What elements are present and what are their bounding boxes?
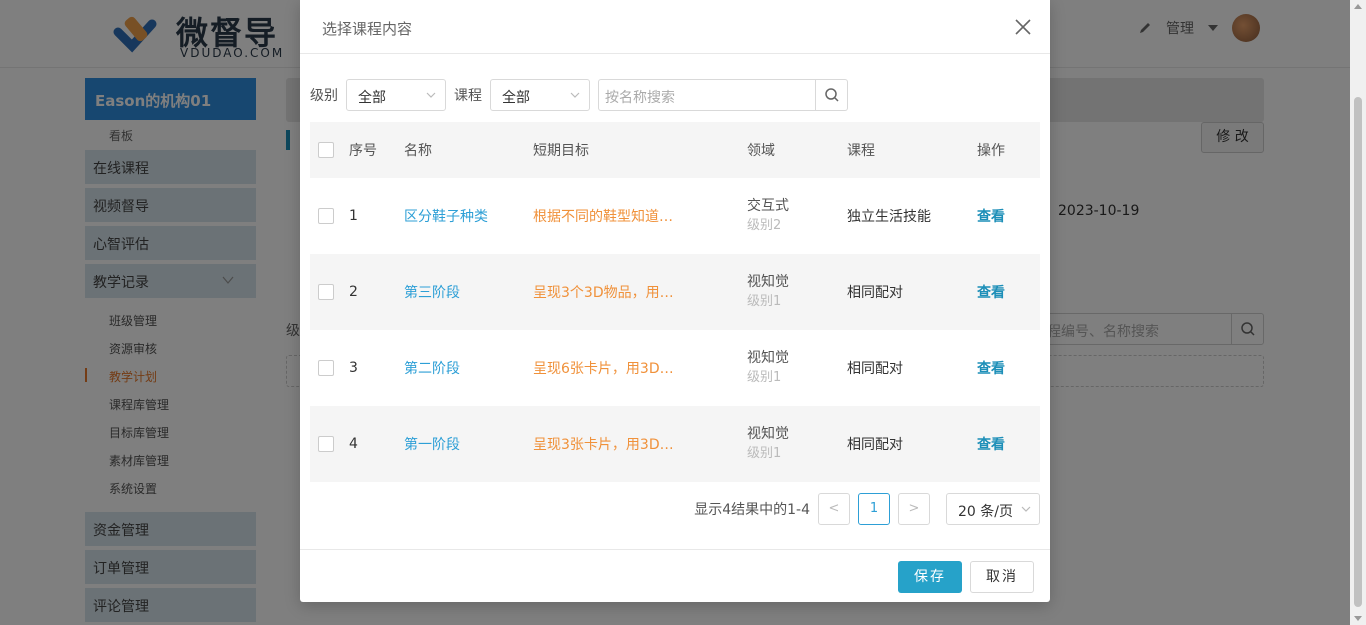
page-1-button[interactable]: 1 xyxy=(858,493,890,525)
save-button[interactable]: 保存 xyxy=(898,561,962,593)
row-course: 相同配对 xyxy=(847,361,903,377)
row-level: 级别2 xyxy=(747,218,782,233)
row-view-link[interactable]: 查看 xyxy=(977,282,1040,302)
row-area: 视知觉 xyxy=(747,274,789,290)
row-name-link[interactable]: 第二阶段 xyxy=(404,358,533,378)
select-all-checkbox[interactable] xyxy=(318,142,334,158)
row-checkbox[interactable] xyxy=(318,436,334,452)
table-header: 序号 名称 短期目标 领域 课程 操作 xyxy=(310,122,1040,178)
next-page-button[interactable]: > xyxy=(898,493,930,525)
table-row: 4 第一阶段 呈现3张卡片，用3D… 视知觉级别1 相同配对 查看 xyxy=(310,406,1040,482)
row-area: 交互式 xyxy=(747,198,789,214)
row-goal: 根据不同的鞋型知道… xyxy=(533,209,673,225)
row-no: 4 xyxy=(349,436,358,452)
row-no: 3 xyxy=(349,360,358,376)
pagination: 显示4结果中的1-4 < 1 > 20 条/页 xyxy=(300,493,1050,525)
close-icon[interactable] xyxy=(1014,18,1032,36)
row-course: 独立生活技能 xyxy=(847,209,931,225)
modal-header: 选择课程内容 xyxy=(300,0,1050,54)
column-header-no: 序号 xyxy=(349,143,377,159)
row-goal: 呈现3张卡片，用3D… xyxy=(533,437,674,453)
row-level: 级别1 xyxy=(747,370,782,385)
name-search-input[interactable]: 按名称搜索 xyxy=(598,79,816,111)
column-header-course: 课程 xyxy=(847,143,875,159)
row-view-link[interactable]: 查看 xyxy=(977,358,1040,378)
scroll-up-arrow[interactable] xyxy=(1354,4,1362,9)
scroll-thumb[interactable] xyxy=(1354,97,1362,607)
page-scrollbar[interactable] xyxy=(1350,0,1366,625)
row-view-link[interactable]: 查看 xyxy=(977,434,1040,454)
filter-row: 级别 全部 课程 全部 按名称搜索 xyxy=(310,79,848,111)
column-header-goal: 短期目标 xyxy=(533,143,589,159)
modal-title: 选择课程内容 xyxy=(322,20,413,38)
course-table: 序号 名称 短期目标 领域 课程 操作 1 区分鞋子种类 根据不同的鞋型知道… … xyxy=(310,122,1040,482)
course-select[interactable]: 全部 xyxy=(490,79,590,111)
search-icon xyxy=(824,88,839,102)
row-no: 1 xyxy=(349,208,358,224)
row-course: 相同配对 xyxy=(847,437,903,453)
row-name-link[interactable]: 第一阶段 xyxy=(404,434,533,454)
table-row: 1 区分鞋子种类 根据不同的鞋型知道… 交互式级别2 独立生活技能 查看 xyxy=(310,178,1040,254)
page-size-value: 20 条/页 xyxy=(958,504,1013,520)
prev-page-button[interactable]: < xyxy=(818,493,850,525)
modal-footer: 保存 取消 xyxy=(300,549,1050,602)
row-checkbox[interactable] xyxy=(318,284,334,300)
row-checkbox[interactable] xyxy=(318,208,334,224)
scroll-down-arrow[interactable] xyxy=(1354,616,1362,621)
row-goal: 呈现6张卡片，用3D… xyxy=(533,361,674,377)
cancel-button[interactable]: 取消 xyxy=(970,561,1034,593)
name-search-placeholder: 按名称搜索 xyxy=(605,90,675,106)
row-area: 视知觉 xyxy=(747,426,789,442)
row-checkbox[interactable] xyxy=(318,360,334,376)
select-course-modal: 选择课程内容 级别 全部 课程 全部 按名称搜索 序号 名称 短期目标 领域 课… xyxy=(300,0,1050,602)
chevron-down-icon xyxy=(1021,506,1031,512)
row-no: 2 xyxy=(349,284,358,300)
row-area: 视知觉 xyxy=(747,350,789,366)
column-header-area: 领域 xyxy=(747,143,775,159)
search-button[interactable] xyxy=(816,79,848,111)
level-filter-label: 级别 xyxy=(310,88,338,104)
table-row: 3 第二阶段 呈现6张卡片，用3D… 视知觉级别1 相同配对 查看 xyxy=(310,330,1040,406)
table-row: 2 第三阶段 呈现3个3D物品，用… 视知觉级别1 相同配对 查看 xyxy=(310,254,1040,330)
row-view-link[interactable]: 查看 xyxy=(977,206,1040,226)
course-select-value: 全部 xyxy=(502,90,530,106)
column-header-op: 操作 xyxy=(977,143,1005,159)
chevron-down-icon xyxy=(570,92,580,98)
course-filter-label: 课程 xyxy=(454,88,482,104)
row-goal: 呈现3个3D物品，用… xyxy=(533,285,674,301)
row-name-link[interactable]: 区分鞋子种类 xyxy=(404,206,533,226)
level-select-value: 全部 xyxy=(358,90,386,106)
row-name-link[interactable]: 第三阶段 xyxy=(404,282,533,302)
page-size-select[interactable]: 20 条/页 xyxy=(946,493,1040,525)
pagination-info: 显示4结果中的1-4 xyxy=(694,502,810,518)
level-select[interactable]: 全部 xyxy=(346,79,446,111)
column-header-name: 名称 xyxy=(404,143,432,159)
row-course: 相同配对 xyxy=(847,285,903,301)
row-level: 级别1 xyxy=(747,446,782,461)
chevron-down-icon xyxy=(426,92,436,98)
row-level: 级别1 xyxy=(747,294,782,309)
